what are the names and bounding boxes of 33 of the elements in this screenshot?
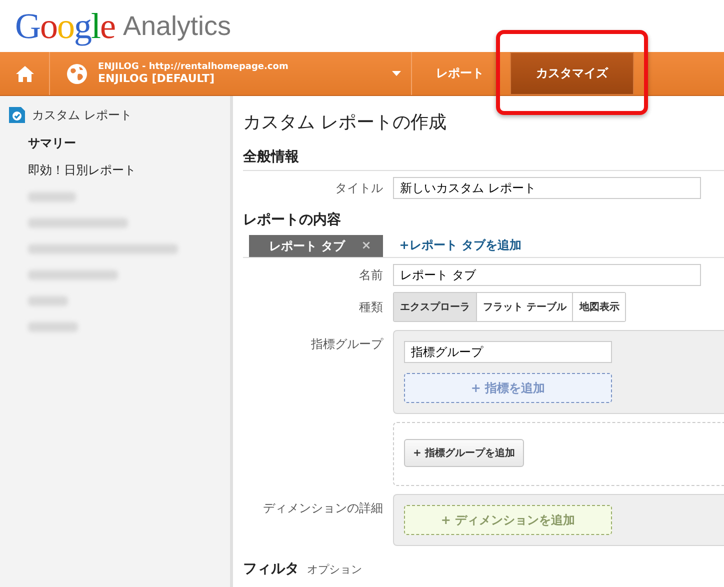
- field-label: タイトル: [334, 180, 383, 196]
- report-check-icon: [8, 106, 26, 124]
- report-tab[interactable]: レポート タブ ×: [249, 235, 384, 257]
- blurred-item: [28, 296, 68, 306]
- add-metric-group-button[interactable]: + 指標グループを追加: [404, 439, 524, 467]
- view-name: ENJILOG [DEFAULT]: [98, 72, 216, 85]
- account-name: ENJILOG - http://rentalhomepage.com: [98, 62, 290, 72]
- page-title: カスタム レポートの作成: [243, 111, 448, 134]
- name-input[interactable]: レポート タブ: [393, 264, 701, 286]
- field-label: ディメンションの詳細: [262, 500, 383, 517]
- type-option[interactable]: エクスプローラ: [394, 293, 477, 321]
- title-input[interactable]: 新しいカスタム レポート: [393, 177, 701, 199]
- section-heading: 全般情報: [243, 148, 300, 166]
- section-heading: レポートの内容: [243, 211, 342, 229]
- blurred-item: [28, 192, 76, 202]
- product-name: Analytics: [123, 10, 232, 42]
- field-label: 指標グループ: [310, 336, 383, 353]
- sidebar-heading: カスタム レポート: [32, 106, 132, 124]
- sidebar-item[interactable]: サマリー: [0, 130, 230, 157]
- metric-group-input[interactable]: 指標グループ: [404, 341, 612, 363]
- field-label: 種類: [358, 298, 383, 316]
- section-heading: フィルタ: [243, 560, 299, 578]
- nav-tab[interactable]: カスタマイズ: [510, 52, 634, 95]
- home-icon: [14, 64, 34, 82]
- add-tab-link[interactable]: +レポート タブを追加: [399, 237, 522, 257]
- sidebar-item[interactable]: 即効！日別レポート: [0, 157, 230, 184]
- field-label: 名前: [358, 266, 383, 284]
- globe-icon: [66, 62, 88, 84]
- google-logo: Google: [15, 5, 115, 47]
- tab-label: レポート タブ: [269, 238, 346, 255]
- optional-note: オプション: [307, 562, 362, 577]
- caret-icon: [392, 71, 401, 76]
- blurred-item: [28, 322, 78, 332]
